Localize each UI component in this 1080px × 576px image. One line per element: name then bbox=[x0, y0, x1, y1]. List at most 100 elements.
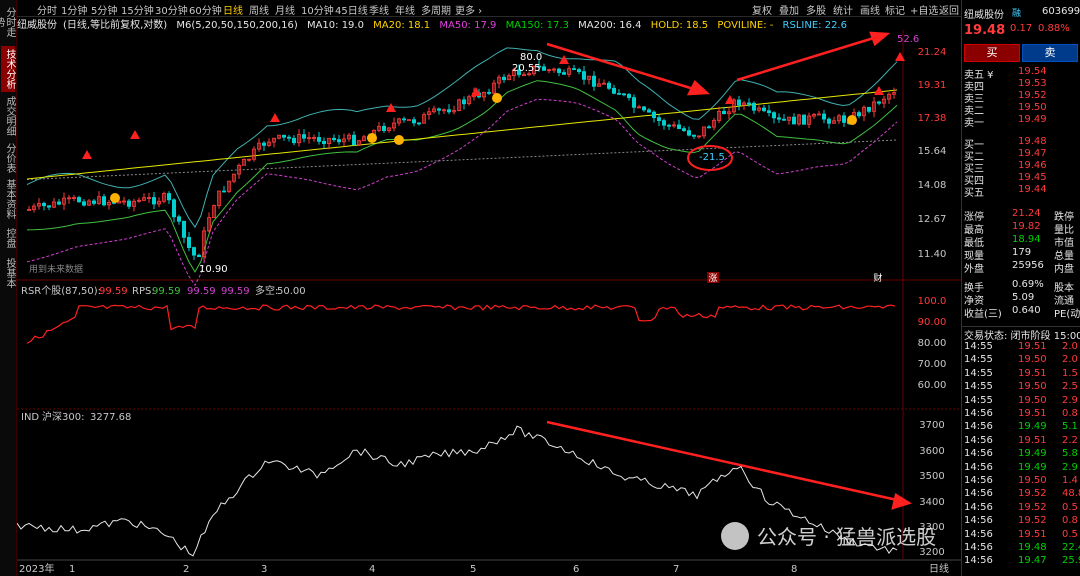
add-watchlist-button[interactable]: +自选 bbox=[910, 2, 938, 17]
ind-panel-header: IND 沪深300: 3277.68 bbox=[21, 410, 131, 423]
candle-body bbox=[747, 102, 752, 105]
period-yearly[interactable]: 年线 bbox=[395, 2, 415, 17]
tick-price: 19.51 bbox=[1018, 528, 1047, 540]
tick-time: 14:56 bbox=[964, 515, 993, 527]
period-weekly[interactable]: 周线 bbox=[249, 2, 269, 17]
candle-body bbox=[406, 119, 411, 122]
overlay-button[interactable]: 叠加 bbox=[779, 2, 799, 17]
ind-tick: 3400 bbox=[919, 497, 944, 508]
tab-intraday[interactable]: 分时走势 bbox=[0, 4, 15, 40]
multi-stock-button[interactable]: 多股 bbox=[806, 2, 826, 17]
sell-button[interactable]: 卖 bbox=[1022, 44, 1078, 62]
tick-price: 19.52 bbox=[1018, 515, 1047, 527]
candle-body bbox=[782, 118, 787, 121]
sell-signal-marker bbox=[270, 113, 280, 122]
tick-time: 14:56 bbox=[964, 542, 993, 553]
back-button[interactable]: 返回 bbox=[939, 2, 959, 17]
chart-canvas[interactable]: 21.24 19.31 17.38 15.64 14.08 12.67 11.4… bbox=[17, 30, 961, 576]
draw-button[interactable]: 画线 bbox=[860, 2, 880, 17]
period-monthly[interactable]: 月线 bbox=[275, 2, 295, 17]
period-5min[interactable]: 5分钟 bbox=[91, 2, 117, 17]
stat-key: 外盘 bbox=[964, 264, 984, 275]
candle-body bbox=[46, 205, 51, 208]
candle-body bbox=[677, 124, 682, 130]
buy-button[interactable]: 买 bbox=[964, 44, 1020, 62]
candle-body bbox=[102, 196, 107, 206]
tab-price-table[interactable]: 分价表 bbox=[1, 142, 15, 174]
period-60min[interactable]: 60分钟 bbox=[189, 2, 222, 17]
candle-body bbox=[321, 140, 326, 144]
tab-basic-info[interactable]: 基本资料 bbox=[1, 178, 15, 220]
period-more[interactable]: 更多 › bbox=[455, 2, 482, 17]
candle-body bbox=[286, 136, 291, 139]
candle-body bbox=[186, 236, 191, 248]
stat-value: 21.24 bbox=[1012, 208, 1041, 219]
tick-volume: 0.5 bbox=[1062, 501, 1078, 513]
candlesticks bbox=[26, 60, 897, 261]
tick-price: 19.50 bbox=[1018, 354, 1047, 366]
event-tag-fin-label: 财 bbox=[873, 272, 882, 284]
candle-body bbox=[652, 111, 657, 119]
candle-body bbox=[592, 75, 597, 87]
stats-button[interactable]: 统计 bbox=[833, 2, 853, 17]
tick-price: 19.50 bbox=[1018, 381, 1047, 393]
tab-fund[interactable]: 投基本 bbox=[1, 258, 15, 288]
candle-body bbox=[411, 119, 416, 124]
candle-body bbox=[827, 118, 832, 124]
index-value: 3277.68 bbox=[90, 412, 131, 423]
period-30min[interactable]: 30分钟 bbox=[155, 2, 188, 17]
stock-title-row: 纽威股份 融 603699 bbox=[962, 6, 1080, 21]
period-45day[interactable]: 45日线 bbox=[335, 2, 368, 17]
candle-body bbox=[687, 130, 692, 136]
tick-volume: 25.9 bbox=[1062, 555, 1080, 567]
candle-body bbox=[446, 109, 451, 113]
period-1min[interactable]: 1分钟 bbox=[61, 2, 87, 17]
rsline-end-annotation: 52.6 bbox=[897, 34, 919, 45]
period-daily[interactable]: 日线 bbox=[223, 2, 243, 17]
rsr-tick: 100.0 bbox=[918, 296, 947, 307]
tab-trade-detail[interactable]: 成交明细 bbox=[1, 96, 15, 136]
candle-body bbox=[486, 91, 491, 94]
candle-body bbox=[562, 72, 567, 75]
stat-key: 收益(三) bbox=[964, 309, 1002, 320]
period-intraday[interactable]: 分时 bbox=[37, 2, 57, 17]
adjust-button[interactable]: 复权 bbox=[752, 2, 772, 17]
ma150-line bbox=[26, 80, 898, 273]
period-multi[interactable]: 多周期 bbox=[421, 2, 451, 17]
candle-body bbox=[692, 134, 697, 137]
period-15min[interactable]: 15分钟 bbox=[121, 2, 154, 17]
tick-row: 14:56 19.52 0.8 bbox=[962, 515, 1080, 528]
x-tick: 6 bbox=[573, 564, 579, 575]
candle-body bbox=[582, 71, 587, 80]
candle-body bbox=[737, 99, 742, 106]
stat-row: 涨停 21.24 跌停 bbox=[962, 208, 1080, 223]
tick-volume: 2.0 bbox=[1062, 354, 1078, 366]
stock-code: 603699 bbox=[1042, 6, 1080, 17]
period-quarterly[interactable]: 季线 bbox=[369, 2, 389, 17]
stat-value: 18.94 bbox=[1012, 234, 1041, 245]
candle-body bbox=[617, 92, 622, 95]
empty-value: 50.00 bbox=[277, 286, 306, 297]
tab-control[interactable]: 控盘 bbox=[1, 224, 15, 252]
candle-body bbox=[842, 115, 847, 123]
tick-time: 14:55 bbox=[964, 367, 993, 379]
stat-row: 净资 5.09 流通 bbox=[962, 292, 1080, 307]
mark-button[interactable]: 标记 bbox=[885, 2, 905, 17]
x-tick: 1 bbox=[69, 564, 75, 575]
candle-body bbox=[777, 117, 782, 120]
tick-row: 14:56 19.48 22.4 bbox=[962, 542, 1080, 555]
tick-price: 19.51 bbox=[1018, 367, 1047, 379]
tick-price: 19.49 bbox=[1018, 448, 1047, 460]
period-10min[interactable]: 10分钟 bbox=[301, 2, 334, 17]
candle-body bbox=[622, 93, 627, 96]
tick-time: 14:56 bbox=[964, 434, 993, 446]
stat-row: 换手 0.69% 股本 bbox=[962, 279, 1080, 294]
tick-time: 14:55 bbox=[964, 394, 993, 406]
bid-price: 19.44 bbox=[1018, 184, 1047, 195]
tick-time: 14:56 bbox=[964, 448, 993, 460]
tab-technical[interactable]: 技术分析 bbox=[1, 46, 15, 92]
sell-signal-marker bbox=[130, 130, 140, 139]
tick-volume: 48.8 bbox=[1062, 488, 1080, 500]
candle-body bbox=[662, 120, 667, 126]
candle-body bbox=[416, 122, 421, 125]
